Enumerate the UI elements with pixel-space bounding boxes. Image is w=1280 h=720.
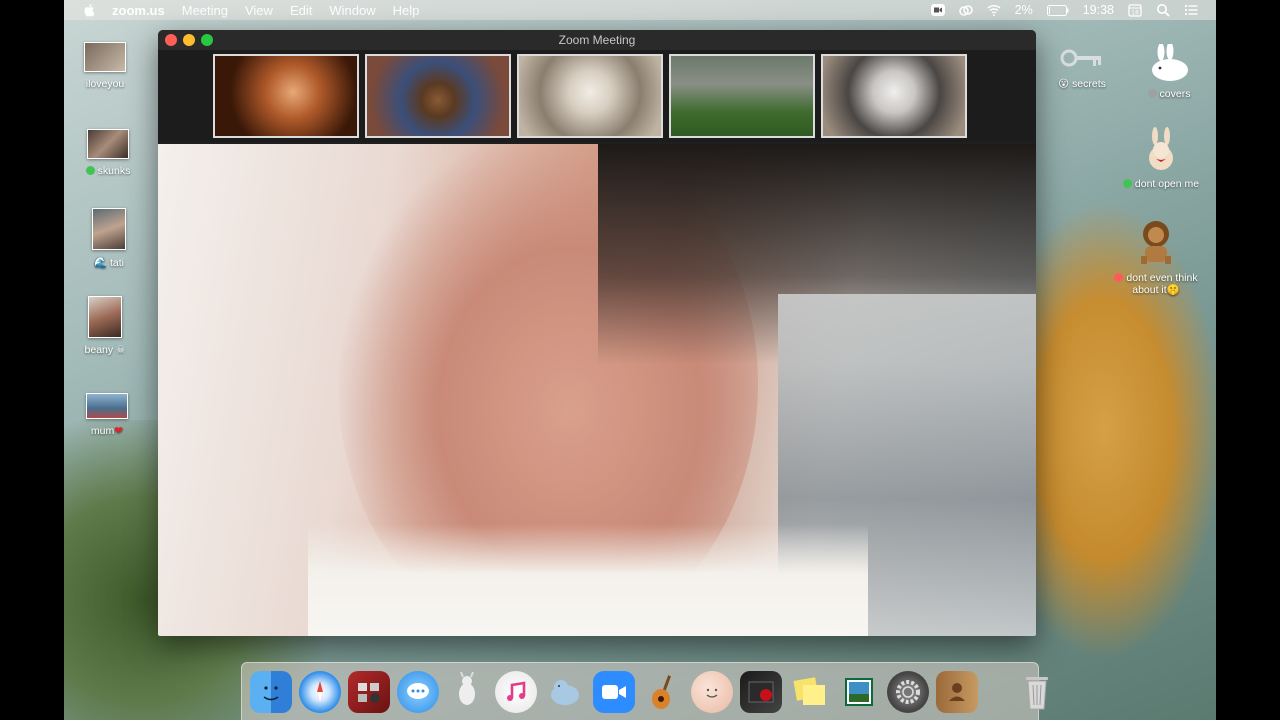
face-app-icon[interactable] [691,670,733,713]
menu-view[interactable]: View [245,3,273,18]
battery-icon[interactable] [1046,4,1069,16]
photo-thumbnail [92,208,126,250]
contacts-icon[interactable] [936,670,978,713]
menu-bar: zoom.us Meeting View Edit Window Help 2%… [64,0,1216,20]
close-button[interactable] [165,34,177,46]
desktop-folder-tati[interactable]: 🌊 tati [64,208,154,269]
svg-text:18: 18 [1131,10,1139,17]
key-icon [1060,49,1101,67]
zoom-app-icon[interactable] [593,670,635,713]
participant-tile-2[interactable] [365,54,511,138]
trash-icon[interactable] [1016,671,1058,713]
desktop-item-label: secrets [1072,78,1106,90]
menu-meeting[interactable]: Meeting [182,3,228,18]
minimize-button[interactable] [183,34,195,46]
active-speaker-video[interactable] [158,144,1036,636]
desktop-item-label: dont even think about it [1126,272,1198,296]
apple-icon[interactable] [82,3,95,17]
garageband-icon[interactable] [642,671,684,713]
desktop-item-label: mum [90,425,115,437]
menu-help[interactable]: Help [393,3,420,18]
speaker-shirt [308,524,868,636]
shush-emoji-icon: 🤫 [1166,284,1180,296]
music-icon[interactable] [495,670,537,713]
desktop-item-label: covers [1159,88,1191,100]
dock [241,662,1048,720]
bunny-icon [1152,44,1188,81]
desktop-item-label: iloveyou [85,78,125,90]
zoom-meeting-window: Zoom Meeting [158,30,1036,636]
window-title-bar[interactable]: Zoom Meeting [158,30,1036,50]
red-tag-icon [1114,273,1124,282]
photo-thumbnail [86,393,128,419]
photo-booth-icon[interactable] [348,670,390,713]
desktop-item-label: dont open me [1134,178,1200,190]
desktop-item-label: skunks [97,165,131,177]
desktop-folder-skunks[interactable]: skunks [63,129,153,177]
messages-icon[interactable] [397,670,439,713]
creative-cloud-icon[interactable] [958,3,973,17]
notification-center-icon[interactable] [1184,3,1198,17]
rabbit-icon [1149,127,1173,170]
green-tag-icon [85,166,95,175]
fullscreen-button[interactable] [201,34,213,46]
photo-thumbnail [88,296,122,338]
desktop-item-label: beany [84,344,114,356]
preview-icon[interactable] [838,671,880,713]
green-tag-icon [1122,179,1132,188]
battery-percent[interactable]: 2% [1015,3,1033,17]
participant-tile-3[interactable] [517,54,663,138]
wifi-icon[interactable] [987,3,1001,17]
system-preferences-icon[interactable] [887,670,929,713]
stickies-icon[interactable] [789,671,831,713]
desktop-folder-beany[interactable]: beany ☠ [60,296,150,356]
app-menu[interactable]: zoom.us [112,3,165,18]
finder-icon[interactable] [250,670,292,713]
participant-strip [158,50,1036,142]
desktop-folder-covers[interactable]: covers [1124,44,1214,100]
search-icon[interactable] [1156,3,1170,17]
desktop-folder-iloveyou[interactable]: iloveyou [60,42,150,90]
surprised-emoji-icon: 😮 [1058,78,1070,90]
photo-thumbnail [87,129,129,159]
lion-icon [1141,221,1171,264]
kangaroo-icon[interactable] [446,671,488,713]
participant-tile-5[interactable] [821,54,967,138]
desktop-folder-secrets[interactable]: 😮 secrets [1037,44,1127,90]
safari-icon[interactable] [299,670,341,713]
desktop-item-label: tati [109,257,124,269]
seal-icon[interactable] [544,671,586,713]
zoom-status-icon[interactable] [930,3,945,17]
window-title: Zoom Meeting [558,33,636,47]
participant-tile-1[interactable] [213,54,359,138]
participant-tile-4[interactable] [669,54,815,138]
calendar-icon[interactable]: 18 [1128,3,1142,17]
skull-emoji-icon: ☠ [116,344,126,356]
photo-thumbnail [84,42,126,72]
menu-window[interactable]: Window [329,3,375,18]
wave-emoji-icon: 🌊 [93,257,108,269]
photo-slideshow-icon[interactable] [740,670,782,713]
desktop-folder-dont-open-me[interactable]: dont open me [1116,126,1206,190]
heart-emoji-icon: ❤ [114,425,124,437]
desktop-folder-mum[interactable]: mum❤ [62,393,152,437]
gray-tag-icon [1147,89,1157,98]
clock[interactable]: 19:38 [1083,3,1114,17]
menu-edit[interactable]: Edit [290,3,312,18]
desktop-folder-dont-even-think-about-it[interactable]: dont even think about it🤫 [1111,218,1201,296]
